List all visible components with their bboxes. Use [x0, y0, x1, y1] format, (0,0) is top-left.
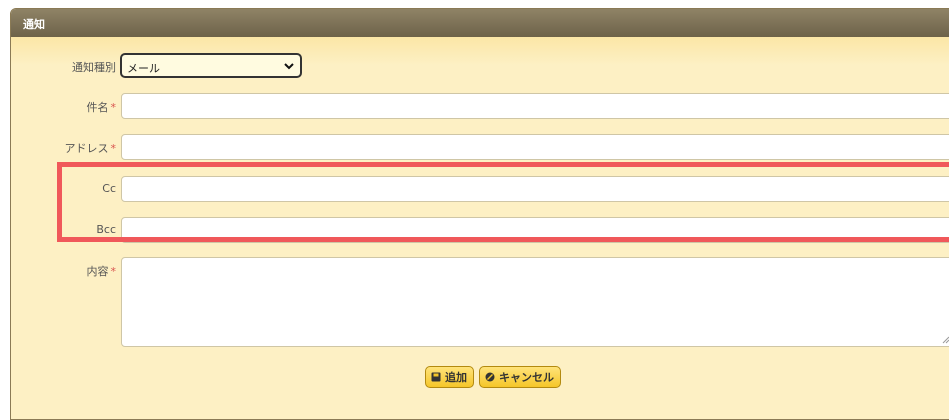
cancel-button[interactable]: キャンセル — [479, 366, 561, 388]
subject-label: 件名 * — [40, 99, 117, 115]
add-button-label: 追加 — [445, 371, 467, 384]
cancel-button-label: キャンセル — [499, 371, 554, 384]
cc-bcc-highlight — [57, 162, 949, 242]
resize-handle-icon[interactable] — [942, 336, 949, 344]
subject-label-text: 件名 — [86, 101, 109, 114]
cancel-icon — [485, 372, 495, 382]
address-required-mark: * — [110, 142, 117, 155]
subject-input[interactable] — [121, 93, 949, 119]
dialog-titlebar[interactable]: 通知 — [11, 9, 949, 38]
content-label-text: 内容 — [86, 265, 109, 278]
notification-type-value: メール — [127, 62, 160, 75]
content-label: 内容 * — [40, 263, 117, 279]
dialog-title: 通知 — [23, 18, 45, 31]
address-input[interactable] — [121, 134, 949, 160]
content-required-mark: * — [110, 265, 117, 278]
chevron-down-icon — [284, 63, 294, 70]
address-label-text: アドレス — [64, 142, 109, 155]
address-label: アドレス * — [20, 140, 117, 156]
subject-required-mark: * — [110, 101, 117, 114]
content-textarea[interactable] — [121, 257, 949, 347]
notification-type-select[interactable]: メール — [120, 53, 302, 78]
add-button[interactable]: 追加 — [425, 366, 474, 388]
notification-type-label: 通知種別 — [72, 61, 116, 74]
save-icon — [431, 372, 441, 382]
